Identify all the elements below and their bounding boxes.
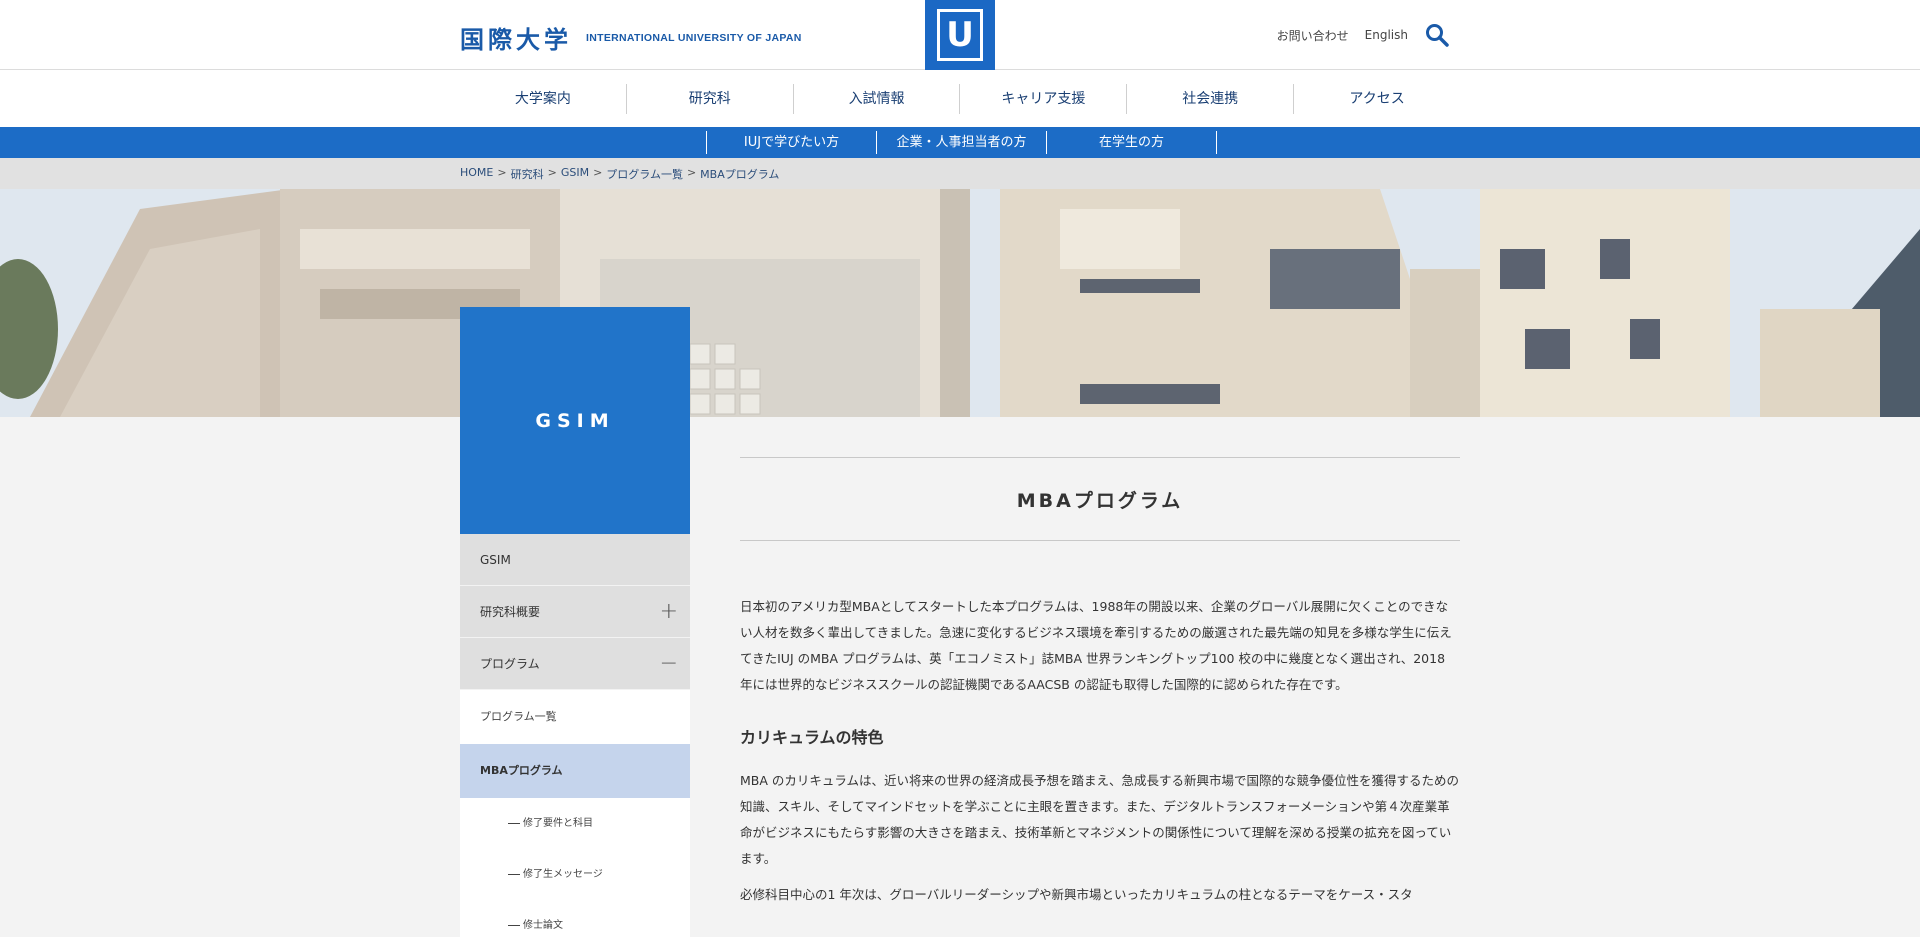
breadcrumb-separator: > [497,166,507,179]
hero-campus-image [0,189,1920,417]
dash-icon [508,873,520,875]
site-logo[interactable]: 国際大学 INTERNATIONAL UNIVERSITY OF JAPAN [460,20,802,55]
sidebar-subsubitem-label: 修了要件と科目 [523,818,593,829]
collapse-minus-icon[interactable]: − [660,638,678,690]
breadcrumb-current: MBAプログラム [700,168,780,181]
sidebar-item-programs[interactable]: プログラム − [460,638,690,690]
logo-japanese: 国際大学 [460,25,572,54]
sidebar-subitem-program-list[interactable]: プログラム一覧 [460,690,690,744]
expand-plus-icon[interactable]: + [660,586,678,638]
dash-icon [508,924,520,926]
page-title: MBAプログラム [1016,489,1184,512]
page-title-box: MBAプログラム [740,457,1460,541]
breadcrumb-separator: > [593,166,603,179]
sidebar-menu: GSIM 研究科概要 + プログラム − プログラム一覧 MBAプログラム 修了… [460,534,690,937]
sidebar-subsubitem-alumni-messages[interactable]: 修了生メッセージ [460,849,690,900]
main-content: MBAプログラム 日本初のアメリカ型MBAとしてスタートした本プログラムは、19… [740,457,1460,908]
gnav-item-graduate-schools[interactable]: 研究科 [627,83,794,114]
breadcrumb-graduate-schools[interactable]: 研究科 [511,166,544,182]
breadcrumb-separator: > [686,166,697,179]
sidebar-subsubitem-requirements[interactable]: 修了要件と科目 [460,798,690,849]
breadcrumb-gsim[interactable]: GSIM [561,166,589,182]
curriculum-paragraph: MBA のカリキュラムは、近い将来の世界の経済成長予想を踏まえ、急成長する新興市… [740,773,1460,866]
sidebar-item-label: 研究科概要 [480,605,541,619]
sidebar-item-label: GSIM [480,553,511,567]
contact-link[interactable]: お問い合わせ [1277,27,1349,44]
gnav-item-admissions[interactable]: 入試情報 [794,83,961,114]
sidebar-subitem-mba-active[interactable]: MBAプログラム [460,744,690,798]
sidebar-subsubitem-thesis[interactable]: 修士論文 [460,900,690,937]
search-icon[interactable] [1424,22,1450,48]
audience-item-students[interactable]: 在学生の方 [1047,131,1217,154]
sidebar-header: GSIM [460,307,690,534]
section-heading: カリキュラムの特色 [740,728,884,747]
audience-item-corporate[interactable]: 企業・人事担当者の方 [877,131,1047,154]
first-year-paragraph: 必修科目中心の1 年次は、グローバルリーダーシップや新興市場といったカリキュラム… [740,887,1413,902]
audience-item-prospective[interactable]: IUJで学びたい方 [707,131,877,154]
global-nav: 大学案内 研究科 入試情報 キャリア支援 社会連携 アクセス [0,70,1920,127]
university-emblem[interactable]: U [925,0,995,70]
sidebar-item-gsim[interactable]: GSIM [460,534,690,586]
site-header: 国際大学 INTERNATIONAL UNIVERSITY OF JAPAN U… [0,0,1920,70]
gnav-item-career[interactable]: キャリア支援 [960,83,1128,114]
emblem-letter: U [946,15,974,55]
breadcrumb-home[interactable]: HOME [460,166,493,182]
logo-english: INTERNATIONAL UNIVERSITY OF JAPAN [586,31,802,44]
utility-links: お問い合わせ English [1277,22,1450,48]
sidebar-title: GSIM [535,409,615,432]
breadcrumb-separator: > [547,166,557,179]
dash-icon [508,822,520,824]
audience-nav: IUJで学びたい方 企業・人事担当者の方 在学生の方 [0,127,1920,158]
sidebar-item-label: プログラム [480,657,540,671]
intro-paragraph: 日本初のアメリカ型MBAとしてスタートした本プログラムは、1988年の開設以来、… [740,599,1452,692]
breadcrumb: HOME > 研究科 > GSIM > プログラム一覧 > MBAプログラム [460,166,779,182]
sidebar-subsubitem-label: 修了生メッセージ [523,869,603,880]
emblem-frame: U [937,9,983,61]
gnav-item-access[interactable]: アクセス [1294,84,1460,114]
gnav-item-partnership[interactable]: 社会連携 [1127,83,1295,114]
sidebar-subsubitem-label: 修士論文 [523,920,563,931]
breadcrumb-bar: HOME > 研究科 > GSIM > プログラム一覧 > MBAプログラム [0,158,1920,189]
gnav-item-about[interactable]: 大学案内 [460,83,627,114]
sidebar-item-overview[interactable]: 研究科概要 + [460,586,690,638]
breadcrumb-program-list[interactable]: プログラム一覧 [606,166,683,182]
english-link[interactable]: English [1365,28,1408,42]
